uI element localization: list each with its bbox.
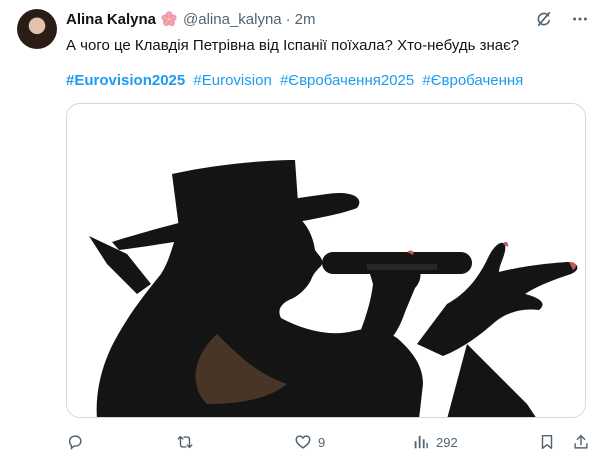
like-count: 9	[318, 434, 326, 450]
author-name[interactable]: Alina Kalyna	[66, 11, 156, 28]
bookmark-button[interactable]	[538, 433, 556, 451]
share-button[interactable]	[572, 433, 590, 451]
author-handle[interactable]: @alina_kalyna	[183, 11, 282, 28]
hashtag-link[interactable]: #Eurovision2025	[66, 72, 185, 89]
retweet-icon	[177, 435, 193, 449]
separator-dot: ·	[285, 10, 291, 28]
views-count: 292	[436, 434, 458, 450]
tweet-time[interactable]: 2m	[295, 11, 316, 28]
tweet-secondary-actions	[538, 433, 590, 451]
hashtag-link[interactable]: #Євробачення	[422, 72, 523, 89]
reply-button[interactable]	[66, 433, 176, 451]
tweet-header: Alina Kalyna @alina_kalyna · 2m	[66, 8, 508, 30]
tweet-text: А чого це Клавдія Петрівна від Іспанії п…	[66, 37, 520, 54]
silhouette-image	[67, 104, 585, 417]
retweet-button[interactable]	[176, 433, 294, 451]
share-icon	[574, 434, 588, 449]
tweet-top-actions	[534, 9, 590, 29]
views-icon	[414, 435, 428, 449]
more-options-icon[interactable]	[570, 9, 590, 29]
hashtag-link[interactable]: #Eurovision	[193, 72, 271, 89]
avatar[interactable]	[17, 9, 57, 49]
grok-icon[interactable]	[534, 9, 554, 29]
tweet-media[interactable]	[66, 103, 586, 418]
heart-icon	[295, 435, 311, 449]
cherry-blossom-icon	[160, 10, 178, 28]
like-button[interactable]: 9	[294, 433, 412, 451]
bookmark-icon	[541, 434, 553, 450]
reply-icon	[68, 435, 82, 450]
hashtag-list: #Eurovision2025 #Eurovision #Євробачення…	[66, 71, 527, 91]
views-button[interactable]: 292	[412, 433, 536, 451]
tweet-actions: 9 292	[66, 430, 590, 454]
hashtag-link[interactable]: #Євробачення2025	[280, 72, 414, 89]
